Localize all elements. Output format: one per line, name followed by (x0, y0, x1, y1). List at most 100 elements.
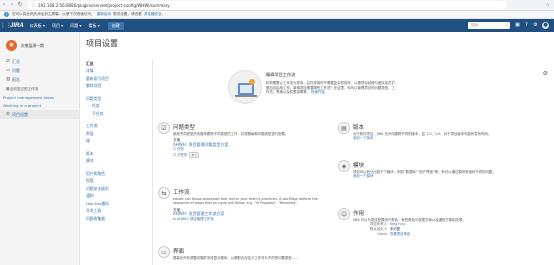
sidebar-item-label: 汇总 (12, 58, 20, 64)
project-header[interactable]: ◉ 灾难监测一期 (0, 32, 79, 51)
issue-types-icon: ☑ (158, 122, 170, 134)
infobar-link-restart[interactable]: 重新启动 (97, 12, 111, 17)
settings-nav-versions[interactable]: 版本 (86, 150, 148, 158)
infobar-text: 您可以将此网页添加到主屏幕，以便下次快速访问。 (12, 12, 95, 16)
search-placeholder: 搜索 (471, 23, 478, 27)
help-icon[interactable]: ? (523, 22, 530, 29)
versions-body: 对于软件项目，JIRA 允许你跟踪不同的版本，如 1.0、2.0。对于项目版本可… (353, 132, 523, 141)
sidebar-item-label: 项目设置 (12, 111, 28, 117)
sidebar-link-working[interactable]: Working in a project (0, 102, 79, 110)
sidebar-item-label: 报告 (12, 76, 20, 82)
forward-icon[interactable]: › (8, 1, 16, 9)
settings-nav-issue-security[interactable]: 问题安全级别 (86, 185, 148, 193)
issue-types-title[interactable]: 问题类型 (173, 123, 195, 131)
info-icon: ⓘ (31, 2, 35, 7)
project-avatar-icon: ◉ (6, 40, 17, 51)
nav-boards[interactable]: 看板 ▾ (89, 23, 100, 29)
screens-description: 屏幕允许你调整问题的字段显示顺序，以便配合自定义工作流与不同的问题类型…… (173, 256, 299, 260)
app-switcher-icon[interactable]: ⋮⋮ (0, 22, 12, 29)
sidebar-item-reports[interactable]: ▥ 报告 (0, 75, 79, 84)
settings-nav-dev-tools[interactable]: 开发工具 (86, 207, 148, 215)
settings-nav-permissions[interactable]: 权限 (86, 177, 148, 185)
settings-icon[interactable]: ⚙ (532, 22, 539, 29)
sidebar-item-issues[interactable]: ▭ 问题 (0, 66, 79, 75)
settings-nav: 汇总 详情 重新索引项目 删除项目 问题类型 任务 子任务 工作流 界面 域 版… (86, 60, 148, 222)
workflow-section: ⇆ 工作流 Issues can follow processes that m… (158, 187, 328, 237)
add-component-link[interactable]: 添加一个模块 (353, 174, 373, 178)
versions-title[interactable]: 版本 (353, 123, 364, 131)
sidebar-item-settings[interactable]: ⚙ 项目设置 (0, 110, 79, 119)
settings-nav-task[interactable]: 任务 (86, 102, 148, 110)
task-icon: ☑ (173, 147, 177, 152)
subtask-icon: ☑ (173, 152, 177, 157)
components-description: 项目可以划分出若干个模块，例如“数据库”“用户界面”等。你可以通过模块来组织不同… (353, 170, 496, 174)
list-item[interactable]: ☑ 子任务 默认 (173, 151, 323, 159)
search-icon: ⌕ (506, 23, 508, 27)
intro-title: 编辑项目工作流 (266, 72, 296, 77)
workflow-description: Issues can follow processes that mirror … (173, 197, 318, 206)
settings-nav-notifications[interactable]: 通知 (86, 192, 148, 200)
project-sidebar: ◉ 灾难监测一期 ⇄ 汇总 ▭ 问题 ▥ 报告 最近浏览过的工作流 Projec… (0, 32, 80, 265)
notification-icon[interactable]: ▣ (514, 22, 521, 29)
settings-nav-fields[interactable]: 域 (86, 137, 148, 145)
components-icon: ◈ (338, 160, 350, 172)
settings-nav-issue-collectors[interactable]: 问题收集器 (86, 215, 148, 223)
view-roles-link[interactable]: 查看项目角色 (390, 232, 410, 237)
infobar-link-security[interactable]: 浏览器安全。 (144, 12, 166, 17)
workflow-title[interactable]: 工作流 (173, 188, 190, 196)
infobar-text-2: 更改设置，请查看 (113, 12, 142, 16)
nav-dashboards[interactable]: 仪表板 ▾ (30, 23, 45, 29)
back-icon[interactable]: ‹ (0, 1, 8, 9)
nav-projects[interactable]: 项目 ▾ (52, 23, 63, 29)
url-text: 192.168.2.56:8080/plugins/servlet/projec… (38, 2, 170, 8)
settings-nav-users-roles[interactable]: 用户和角色 (86, 170, 148, 178)
versions-icon: ▤ (338, 122, 350, 134)
workflow-body: Issues can follow processes that mirror … (173, 197, 323, 221)
jira-logo[interactable]: JIRA (10, 23, 24, 29)
intro-description: 机构需要以工作流为导向，且在采用时不需要复杂的操作，以便项目经理与团队成员们更加… (266, 81, 395, 95)
browser-address-bar: ‹ › ↻ ⓘ 192.168.2.56:8080/plugins/servle… (0, 0, 554, 11)
project-illustration (228, 70, 262, 104)
settings-nav-workflows[interactable]: 工作流 (86, 122, 148, 130)
top-navigation: ⋮⋮ JIRA 仪表板 ▾ 项目 ▾ 问题 ▾ 看板 ▾ 创建 搜索 ⌕ ▣ ?… (0, 19, 554, 32)
roles-title[interactable]: 作用 (353, 209, 364, 217)
settings-nav-summary[interactable]: 汇总 (86, 60, 148, 67)
sidebar-link-pm-ideas[interactable]: Project management Ideas (0, 94, 79, 102)
nav-issues[interactable]: 问题 ▾ (70, 23, 81, 29)
settings-nav-issue-types[interactable]: 问题类型 (86, 95, 148, 103)
main-content: 项目设置 汇总 详情 重新索引项目 删除项目 问题类型 任务 子任务 工作流 界… (80, 32, 554, 265)
list-item[interactable]: ⇆ AHWH: 项目管理工作流 (173, 217, 323, 221)
user-avatar[interactable]: ● (542, 22, 549, 29)
add-version-link[interactable]: 添加一个版本 (353, 136, 373, 140)
divider (152, 60, 153, 265)
screens-section: ▭ 界面 屏幕允许你调整问题的字段显示顺序，以便配合自定义工作流与不同的问题类型… (158, 246, 328, 265)
settings-nav-hipchat[interactable]: HipChat通知 (86, 200, 148, 208)
sidebar-item-summary[interactable]: ⇄ 汇总 (0, 57, 79, 66)
versions-description: 对于软件项目，JIRA 允许你跟踪不同的版本，如 1.0、2.0。对于项目版本可… (353, 132, 492, 136)
settings-nav-reindex[interactable]: 重新索引项目 (86, 75, 148, 83)
settings-nav-screens[interactable]: 界面 (86, 130, 148, 138)
workflow-icon: ⇆ (158, 187, 170, 199)
gear-icon[interactable]: ⚙ (543, 70, 548, 77)
components-title[interactable]: 模块 (353, 161, 364, 169)
star-icon[interactable]: ☆ (546, 2, 550, 8)
project-name: 灾难监测一期 (21, 42, 44, 48)
search-input[interactable]: 搜索 ⌕ (468, 22, 510, 29)
issue-types-section: ☑ 问题类型 使用不同类型的问题来跟踪不同类型的工作，并按照每种问题类型进行配置… (158, 122, 328, 182)
settings-nav-details[interactable]: 详情 (86, 67, 148, 75)
settings-nav-subtask[interactable]: 子任务 (86, 110, 148, 118)
roles-section: ☺ 作用 JIRA 可以为项目配置用户角色，有些角色与权限方案以及通知方案相关联… (338, 208, 528, 263)
issue-types-description: 使用不同类型的问题来跟踪不同类型的工作，并按照每种问题类型进行配置。 (173, 132, 289, 136)
settings-nav-delete[interactable]: 删除项目 (86, 82, 148, 90)
create-button[interactable]: 创建 (107, 21, 124, 30)
default-badge: 默认 (189, 151, 200, 159)
people-icon: ☺ (338, 208, 350, 220)
reload-icon[interactable]: ↻ (16, 1, 24, 9)
quick-start-link[interactable]: 快速开始 (311, 90, 325, 94)
components-section: ◈ 模块 项目可以划分出若干个模块，例如“数据库”“用户界面”等。你可以通过模块… (338, 160, 528, 190)
settings-nav-components[interactable]: 模块 (86, 157, 148, 165)
url-field[interactable]: ⓘ 192.168.2.56:8080/plugins/servlet/proj… (27, 1, 507, 9)
workflow-item-icon: ⇆ (173, 216, 176, 221)
browser-infobar: i 您可以将此网页添加到主屏幕，以便下次快速访问。 重新启动 更改设置，请查看 … (0, 11, 554, 19)
screens-title[interactable]: 界面 (173, 247, 184, 255)
